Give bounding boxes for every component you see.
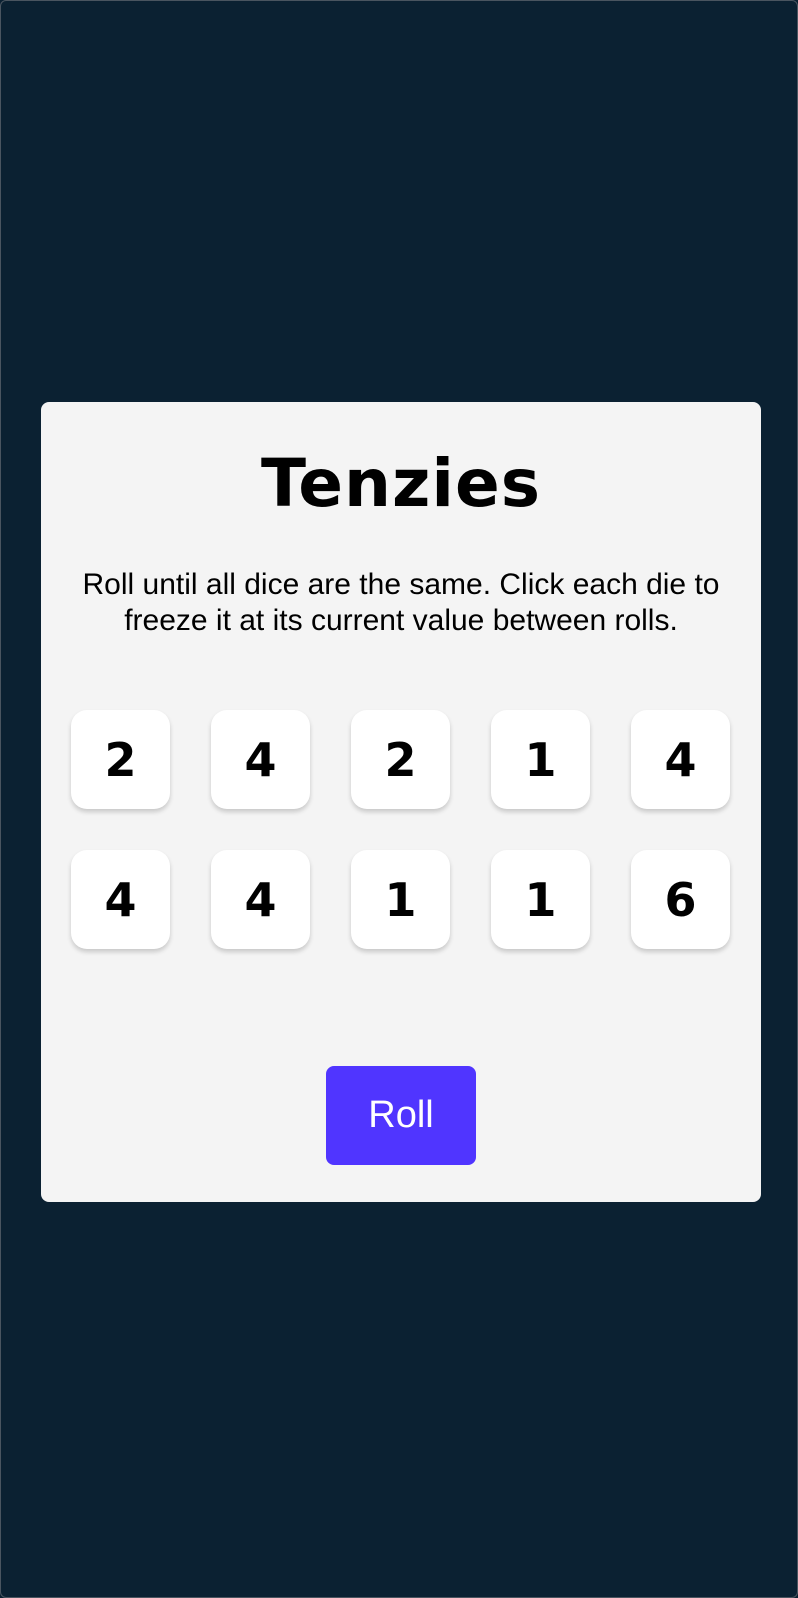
die-8[interactable]: 1 [351,850,450,949]
die-1[interactable]: 2 [71,710,170,809]
die-4[interactable]: 1 [491,710,590,809]
page-title: Tenzies [260,445,542,522]
die-5[interactable]: 4 [631,710,730,809]
dice-grid: 2 4 2 1 4 4 4 1 1 6 [71,710,731,949]
game-card: Tenzies Roll until all dice are the same… [41,402,761,1202]
die-6[interactable]: 4 [71,850,170,949]
die-3[interactable]: 2 [351,710,450,809]
die-9[interactable]: 1 [491,850,590,949]
die-10[interactable]: 6 [631,850,730,949]
instructions-text: Roll until all dice are the same. Click … [82,568,720,637]
die-2[interactable]: 4 [211,710,310,809]
app-window: Tenzies Roll until all dice are the same… [0,0,798,1598]
roll-button[interactable]: Roll [326,1066,476,1165]
die-7[interactable]: 4 [211,850,310,949]
